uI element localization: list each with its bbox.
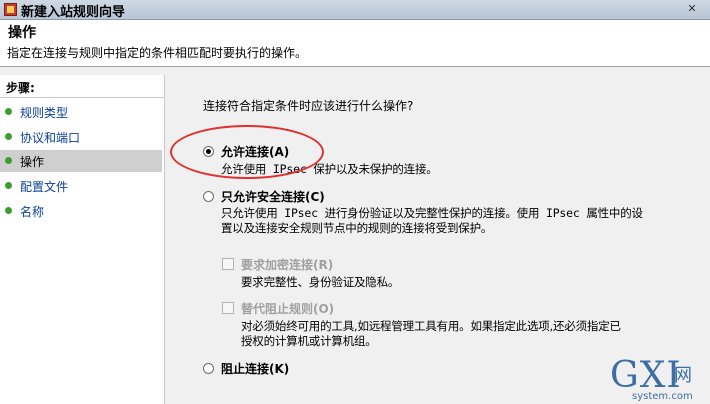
watermark-cn-text: 网 [674,365,692,386]
require-encryption-label: 要求加密连接(R) [241,258,334,272]
step-label: 配置文件 [20,180,69,194]
allow-secure-label[interactable]: 只允许安全连接(C) [221,188,325,205]
watermark-logo-text: GXI [610,355,682,396]
steps-sidebar: 步骤: 规则类型 协议和端口 操作 配置文件 名称 [0,75,165,404]
override-block-label: 替代阻止规则(O) [241,302,335,316]
highlight-ellipse [170,125,324,179]
require-encryption-checkbox[interactable] [222,258,234,270]
firewall-icon [4,3,17,16]
watermark-url: system.com [632,391,693,402]
step-label: 操作 [20,155,45,169]
block-connection-label[interactable]: 阻止连接(K) [221,360,289,377]
block-connection-radio[interactable] [203,363,214,374]
step-dot-icon [5,157,12,164]
step-label: 协议和端口 [20,131,81,145]
override-block-desc-2: 授权的计算机或计算机组。 [241,334,377,348]
divider [0,97,164,98]
steps-heading: 步骤: [6,81,35,95]
step-rule-type[interactable]: 规则类型 [0,101,162,123]
title-bar: 新建入站规则向导 ✕ [0,0,710,20]
page-subtitle: 指定在连接与规则中指定的条件相匹配时要执行的操作。 [7,46,308,60]
require-encryption-desc: 要求完整性、身份验证及隐私。 [241,275,400,289]
step-action[interactable]: 操作 [0,150,162,172]
page-title: 操作 [8,25,36,41]
step-label: 名称 [20,205,45,219]
page-header: 操作 指定在连接与规则中指定的条件相匹配时要执行的操作。 [0,20,710,67]
action-question: 连接符合指定条件时应该进行什么操作? [203,99,414,113]
watermark-logo: GXI 网 system.com [610,355,710,404]
step-name[interactable]: 名称 [0,200,162,222]
allow-secure-radio[interactable] [203,191,214,202]
step-dot-icon [5,182,12,189]
step-label: 规则类型 [20,106,69,120]
step-dot-icon [5,133,12,140]
override-block-checkbox[interactable] [222,302,234,314]
step-profile[interactable]: 配置文件 [0,175,162,197]
close-button[interactable]: ✕ [682,0,702,18]
step-dot-icon [5,108,12,115]
window-title: 新建入站规则向导 [21,5,126,20]
step-dot-icon [5,207,12,214]
allow-secure-desc-2: 置以及连接安全规则节点中的规则的连接将受到保护。 [221,221,493,235]
step-protocol-ports[interactable]: 协议和端口 [0,126,162,148]
